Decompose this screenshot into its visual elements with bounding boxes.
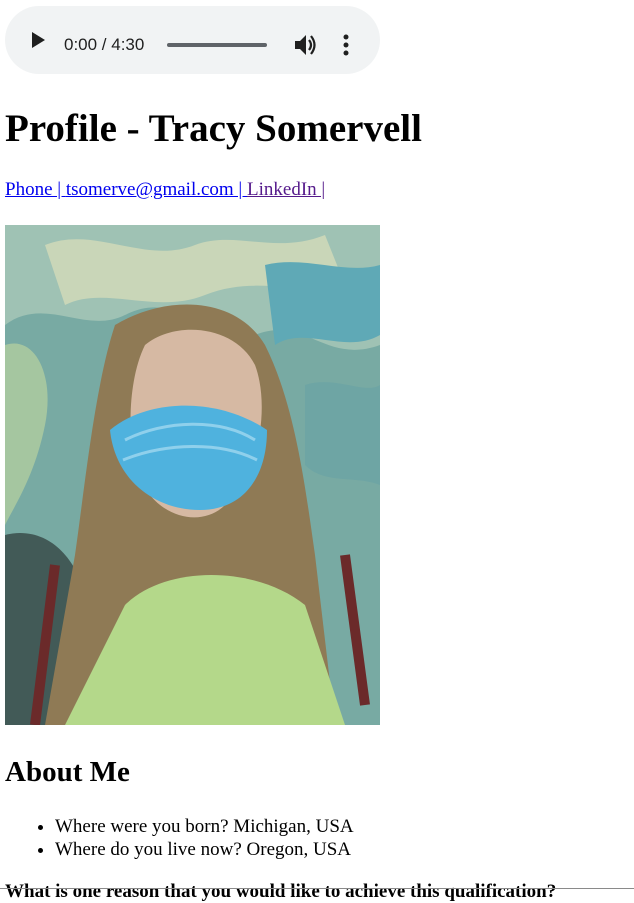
- list-item: Where do you live now? Oregon, USA: [55, 838, 354, 861]
- contact-links: Phone | tsomerve@gmail.com | LinkedIn |: [5, 179, 325, 201]
- play-icon[interactable]: [31, 32, 45, 48]
- phone-link[interactable]: Phone |: [5, 179, 66, 200]
- profile-photo: [5, 225, 380, 725]
- more-options-icon[interactable]: [343, 34, 349, 56]
- page-title: Profile - Tracy Somervell: [5, 107, 422, 150]
- audio-player[interactable]: 0:00 / 4:30: [5, 6, 380, 74]
- audio-seek-bar[interactable]: [167, 43, 267, 47]
- list-item: Where were you born? Michigan, USA: [55, 815, 354, 838]
- email-link[interactable]: tsomerve@gmail.com |: [66, 179, 247, 200]
- about-me-heading: About Me: [5, 756, 130, 788]
- audio-time-display: 0:00 / 4:30: [64, 35, 145, 54]
- about-me-list: Where were you born? Michigan, USA Where…: [15, 815, 354, 861]
- volume-icon[interactable]: [295, 35, 317, 55]
- question-heading: What is one reason that you would like t…: [5, 881, 557, 902]
- linkedin-link[interactable]: LinkedIn |: [247, 179, 325, 200]
